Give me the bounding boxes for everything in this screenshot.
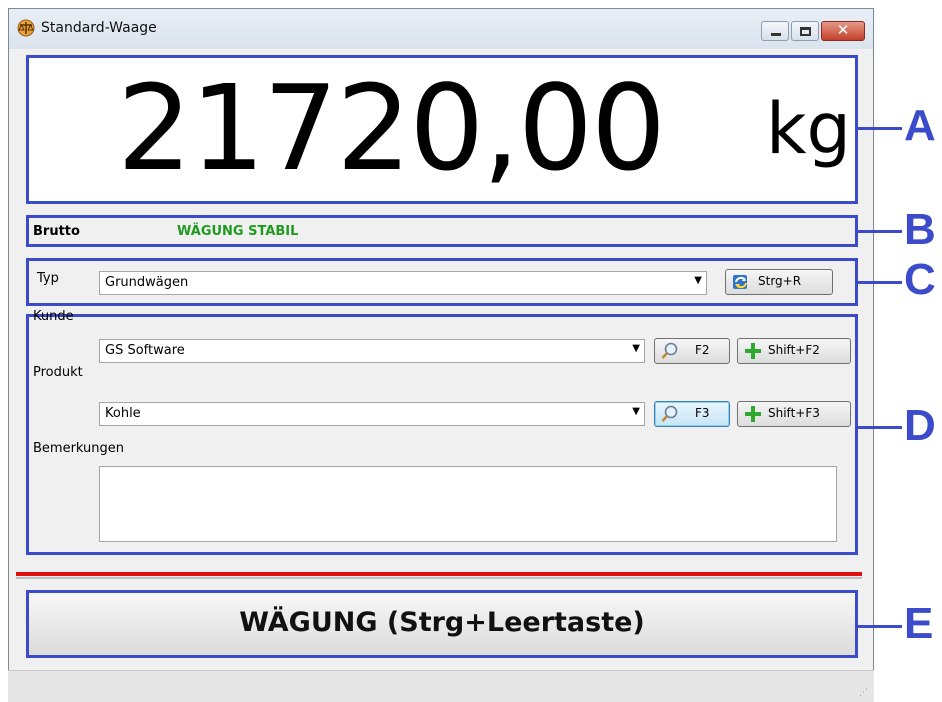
callout-line-a <box>858 127 902 130</box>
product-add-button-label: Shift+F3 <box>768 406 820 420</box>
customer-select-value: GS Software <box>105 343 185 358</box>
weigh-button[interactable]: WÄGUNG (Strg+Leertaste) <box>26 590 858 658</box>
type-label: Typ <box>37 271 59 286</box>
weighing-mode: Brutto <box>33 224 80 239</box>
weight-display: 21720,00 kg <box>26 55 858 204</box>
product-add-button[interactable]: Shift+F3 <box>737 401 851 427</box>
product-select[interactable]: Kohle ▼ <box>99 402 645 426</box>
refresh-type-button-label: Strg+R <box>758 274 802 288</box>
refresh-type-button[interactable]: Strg+R <box>725 269 833 295</box>
close-icon: ✕ <box>836 21 850 39</box>
magnifier-icon <box>661 405 678 422</box>
customer-add-button-label: Shift+F2 <box>768 343 820 357</box>
scale-icon <box>17 19 35 37</box>
type-select[interactable]: Grundwägen ▼ <box>99 271 707 295</box>
separator-line-shadow <box>16 577 862 579</box>
maximize-button[interactable] <box>791 21 819 41</box>
title-bar[interactable]: Standard-Waage ✕ <box>9 9 873 49</box>
callout-label-a: A <box>904 101 936 150</box>
dropdown-arrow-icon: ▼ <box>632 406 640 417</box>
weight-unit: kg <box>766 88 851 170</box>
minimize-button[interactable] <box>761 21 789 41</box>
product-search-button[interactable]: F3 <box>654 401 730 427</box>
dropdown-arrow-icon: ▼ <box>632 343 640 354</box>
remarks-textarea[interactable] <box>99 466 837 542</box>
maximize-icon <box>800 27 811 36</box>
callout-line-b <box>858 230 902 233</box>
weigh-button-label: WÄGUNG (Strg+Leertaste) <box>239 607 645 638</box>
minimize-icon <box>771 33 781 36</box>
magnifier-icon <box>661 342 678 359</box>
remarks-label: Bemerkungen <box>33 441 125 456</box>
stability-status: WÄGUNG STABIL <box>177 224 299 239</box>
callout-label-e: E <box>904 599 934 648</box>
callout-line-d <box>858 426 902 429</box>
callout-label-d: D <box>904 401 936 450</box>
dropdown-arrow-icon: ▼ <box>694 275 702 286</box>
separator-line <box>16 572 862 576</box>
callout-label-c: C <box>904 255 936 304</box>
type-row: Typ Grundwägen ▼ Strg+R <box>26 258 858 306</box>
weight-value: 21720,00 <box>117 59 666 197</box>
details-panel: Kunde GS Software ▼ F2 Shift+F2 Produkt … <box>26 309 858 555</box>
close-button[interactable]: ✕ <box>821 21 865 41</box>
customer-add-button[interactable]: Shift+F2 <box>737 338 851 364</box>
customer-search-button[interactable]: F2 <box>654 338 730 364</box>
status-bar: ⋰ <box>8 670 874 702</box>
customer-label: Kunde <box>33 309 74 324</box>
customer-select[interactable]: GS Software ▼ <box>99 339 645 363</box>
refresh-icon <box>733 275 747 289</box>
window-title: Standard-Waage <box>41 20 157 36</box>
customer-search-button-label: F2 <box>695 343 710 357</box>
plus-icon <box>745 406 761 422</box>
product-label: Produkt <box>33 365 83 380</box>
plus-icon <box>745 343 761 359</box>
callout-line-e <box>858 625 902 628</box>
product-search-button-label: F3 <box>695 406 710 420</box>
window-controls: ✕ <box>759 21 865 41</box>
callout-line-c <box>858 281 902 284</box>
status-row: Brutto WÄGUNG STABIL <box>26 215 858 247</box>
type-select-value: Grundwägen <box>105 275 189 290</box>
product-select-value: Kohle <box>105 406 141 421</box>
resize-grip-icon[interactable]: ⋰ <box>859 688 868 698</box>
callout-label-b: B <box>904 205 936 254</box>
